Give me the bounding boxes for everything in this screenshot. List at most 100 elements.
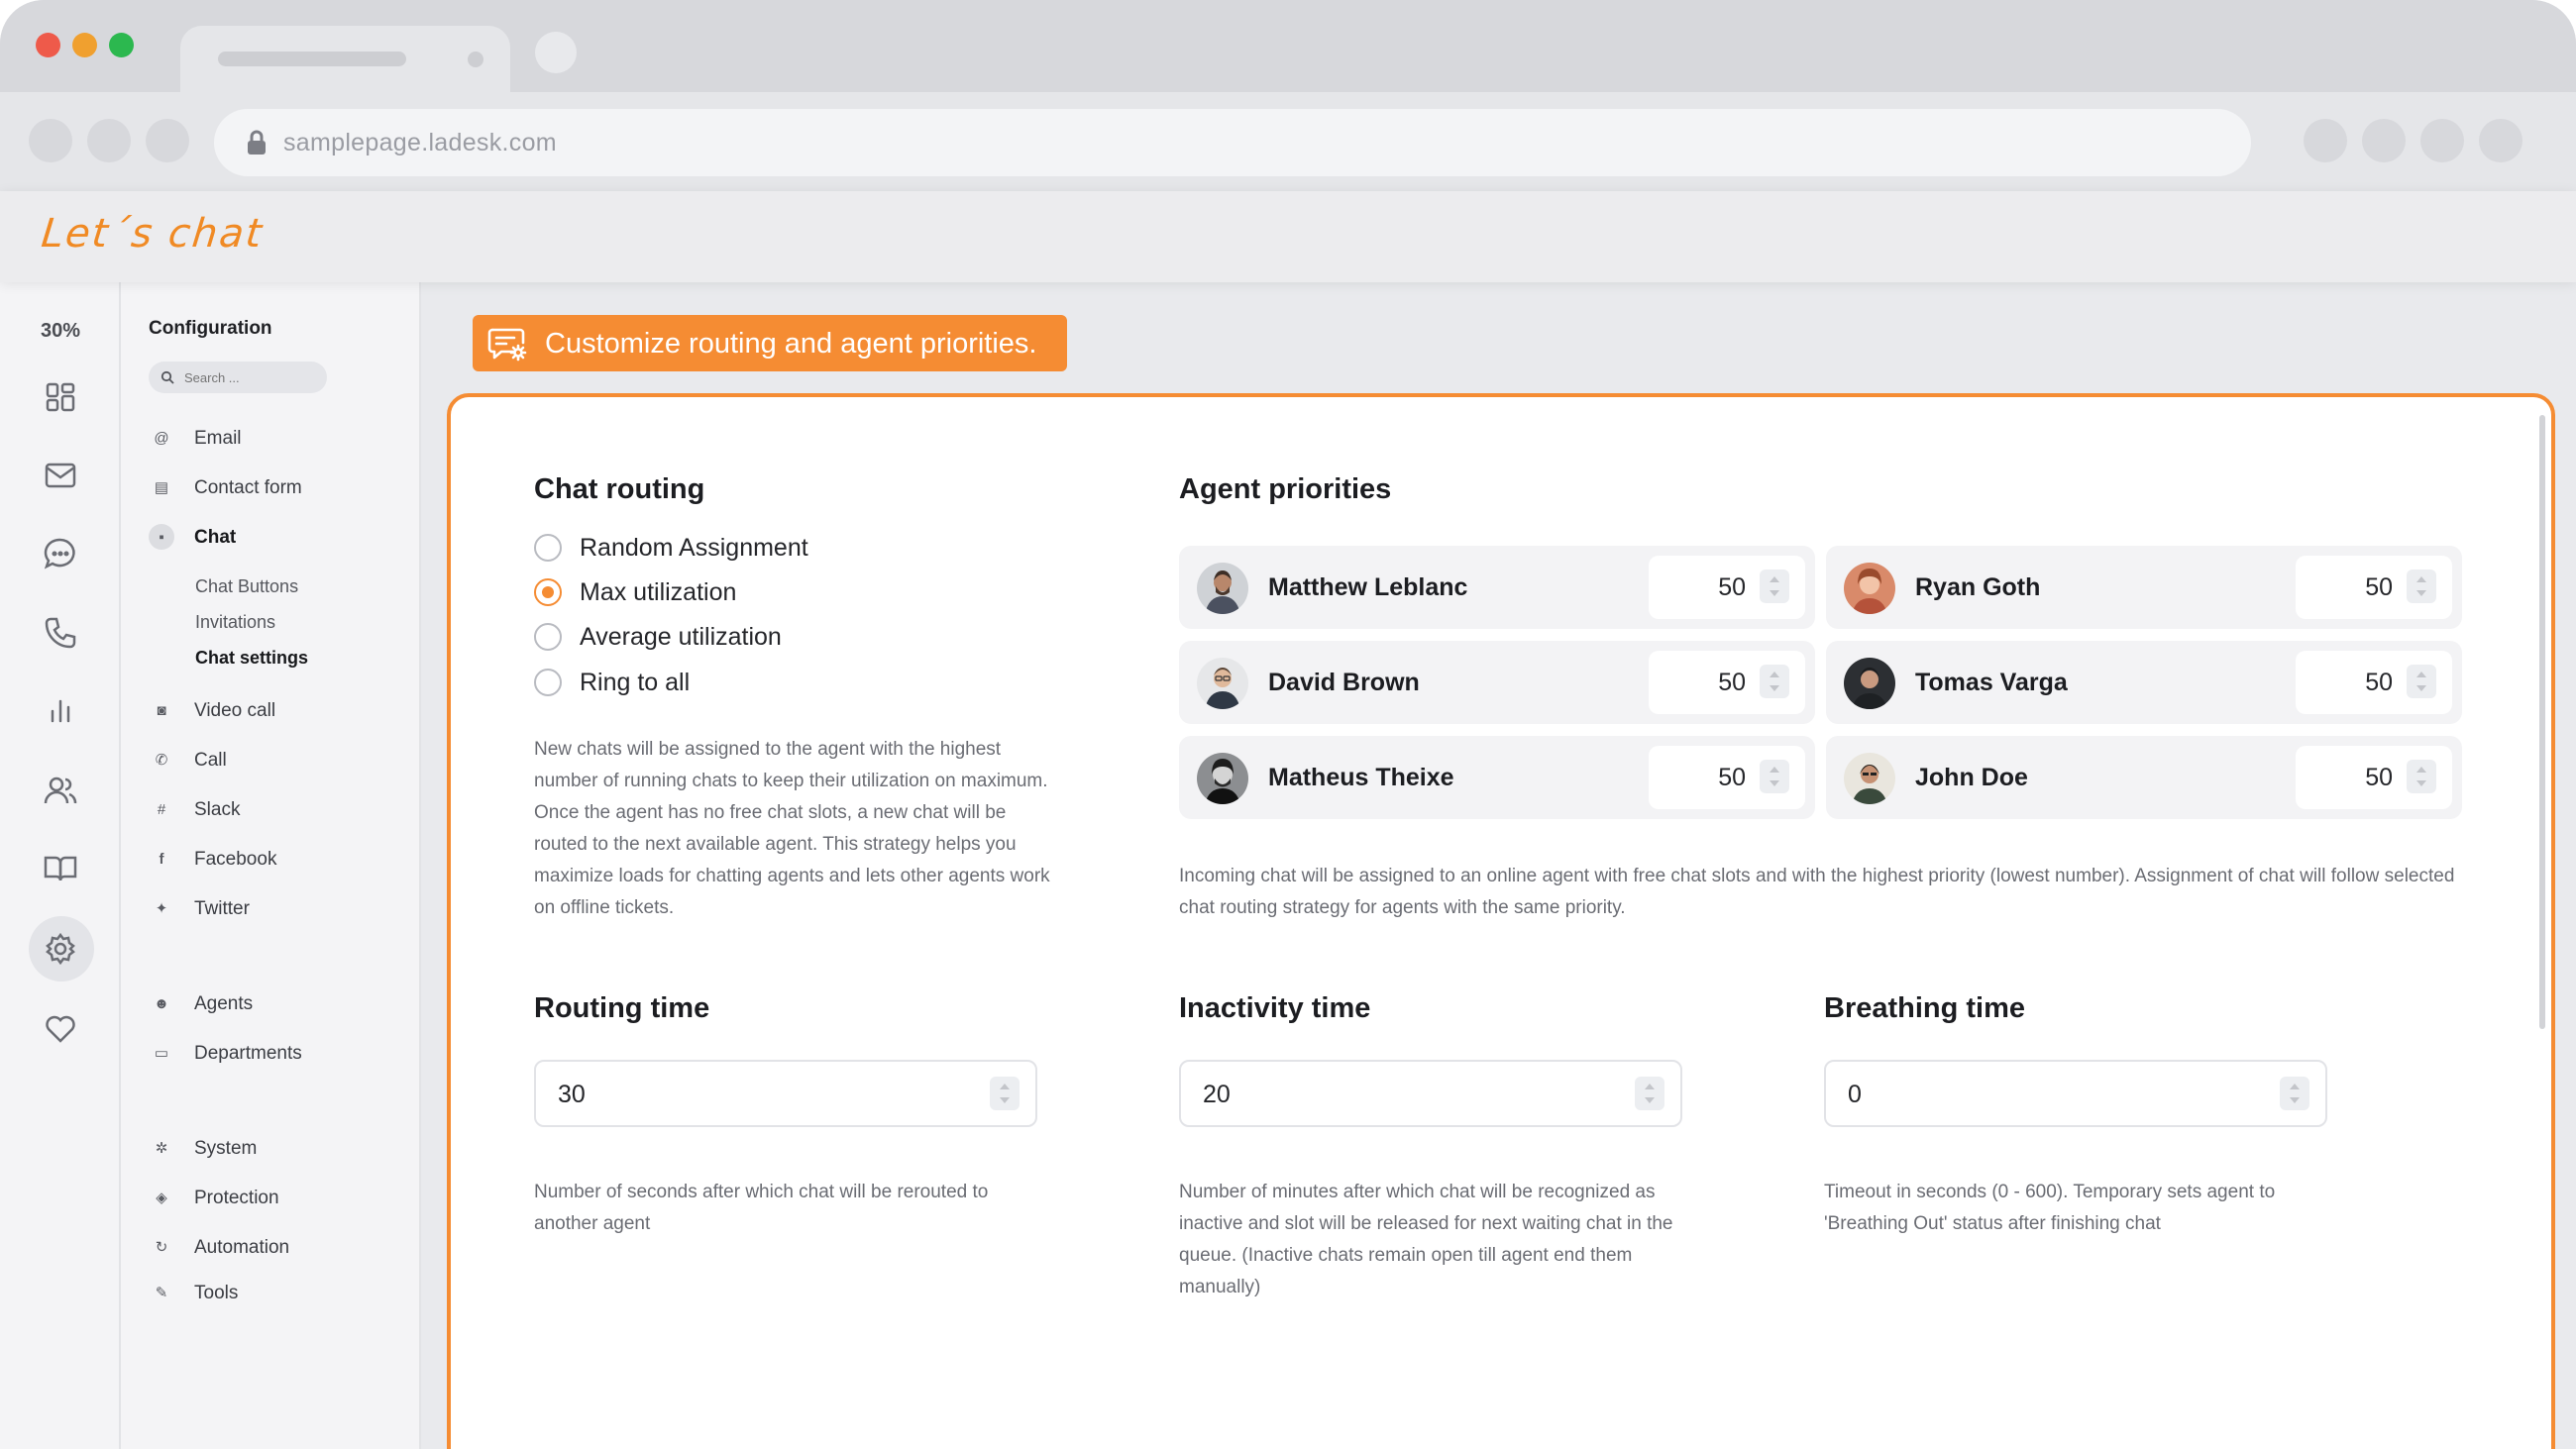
sidebar-item-agents[interactable]: ☻ Agents	[149, 986, 406, 1020]
breathing-time-input[interactable]: 0	[1824, 1060, 2327, 1127]
video-icon: ◙	[157, 701, 166, 719]
spinner-icon[interactable]	[2407, 760, 2436, 793]
priority-input[interactable]: 50	[2296, 651, 2452, 714]
contacts-icon[interactable]	[41, 771, 80, 810]
breathing-time-description: Timeout in seconds (0 - 600). Temporary …	[1824, 1182, 2276, 1234]
sidebar-item-label: Email	[194, 428, 242, 449]
sidebar-item-email[interactable]: @ Email	[149, 421, 406, 455]
phone-icon[interactable]	[41, 613, 80, 653]
agent-row: John Doe 50	[1826, 736, 2462, 819]
priority-value: 50	[1718, 764, 1746, 791]
sidebar-item-facebook[interactable]: f Facebook	[149, 842, 406, 876]
settings-card: Chat routing Random Assignment Max utili…	[447, 393, 2555, 1449]
reload-button[interactable]	[146, 119, 189, 162]
sidebar-item-video-call[interactable]: ◙ Video call	[149, 693, 406, 727]
close-window-icon[interactable]	[36, 33, 60, 57]
app-logo[interactable]: Let´s chat	[40, 211, 267, 257]
inactivity-time-input[interactable]: 20	[1179, 1060, 1682, 1127]
scrollbar[interactable]	[2539, 415, 2545, 1029]
spinner-icon[interactable]	[1760, 665, 1789, 698]
breathing-time-title: Breathing time	[1824, 992, 2026, 1024]
priority-input[interactable]: 50	[1649, 651, 1805, 714]
agent-name: Matheus Theixe	[1268, 764, 1454, 791]
spinner-icon[interactable]	[1760, 760, 1789, 793]
heart-icon[interactable]	[41, 1008, 80, 1048]
extension-button[interactable]	[2420, 119, 2464, 162]
sidebar-item-contact-form[interactable]: ▤ Contact form	[149, 470, 406, 504]
at-icon: @	[154, 429, 169, 447]
mail-icon[interactable]	[41, 456, 80, 495]
inactivity-time-value: 20	[1203, 1081, 1231, 1108]
routing-time-input[interactable]: 30	[534, 1060, 1037, 1127]
browser-tab[interactable]	[180, 26, 510, 92]
radio-ring-to-all[interactable]: Ring to all	[534, 663, 891, 702]
reports-icon[interactable]	[41, 691, 80, 731]
form-icon: ▤	[154, 479, 169, 496]
search-input[interactable]	[184, 362, 323, 393]
spinner-icon[interactable]	[1760, 569, 1789, 603]
sidebar-search[interactable]	[149, 362, 327, 393]
new-tab-button[interactable]	[535, 32, 577, 73]
sidebar-item-tools[interactable]: ✎ Tools	[149, 1276, 406, 1309]
settings-icon[interactable]	[41, 929, 80, 969]
chat-icon[interactable]	[41, 534, 80, 573]
shield-icon: ◈	[156, 1190, 167, 1206]
maximize-window-icon[interactable]	[109, 33, 134, 57]
address-bar[interactable]: samplepage.ladesk.com	[214, 109, 2251, 176]
priority-input[interactable]: 50	[2296, 556, 2452, 619]
priority-input[interactable]: 50	[1649, 556, 1805, 619]
routing-time-description: Number of seconds after which chat will …	[534, 1182, 989, 1234]
dashboard-icon[interactable]	[41, 377, 80, 417]
sidebar-item-twitter[interactable]: ✦ Twitter	[149, 891, 406, 925]
agent-name: Ryan Goth	[1915, 573, 2041, 601]
sidebar-item-protection[interactable]: ◈ Protection	[149, 1181, 406, 1214]
knowledgebase-icon[interactable]	[41, 849, 80, 888]
avatar	[1844, 563, 1895, 614]
sidebar-item-label: Slack	[194, 799, 241, 820]
radio-average-utilization[interactable]: Average utilization	[534, 617, 891, 657]
radio-button[interactable]	[534, 623, 562, 651]
back-button[interactable]	[29, 119, 72, 162]
spinner-icon[interactable]	[1635, 1077, 1664, 1110]
sidebar-subitem-invitations[interactable]: Invitations	[195, 612, 275, 633]
sidebar-item-slack[interactable]: # Slack	[149, 792, 406, 826]
sidebar-item-label: Contact form	[194, 477, 302, 498]
radio-button[interactable]	[534, 669, 562, 696]
radio-max-utilization[interactable]: Max utilization	[534, 572, 891, 612]
radio-button[interactable]	[534, 534, 562, 562]
agent-priorities-description: Incoming chat will be assigned to an onl…	[1179, 866, 2455, 918]
spinner-icon[interactable]	[990, 1077, 1020, 1110]
menu-button[interactable]	[2479, 119, 2522, 162]
extension-button[interactable]	[2304, 119, 2347, 162]
sidebar-item-chat[interactable]: ▪ Chat	[149, 520, 406, 554]
spinner-icon[interactable]	[2280, 1077, 2309, 1110]
radio-random-assignment[interactable]: Random Assignment	[534, 528, 891, 568]
priority-input[interactable]: 50	[2296, 746, 2452, 809]
sidebar-item-label: Departments	[194, 1043, 302, 1064]
gear-icon: ✲	[155, 1140, 168, 1157]
priority-value: 50	[2365, 573, 2393, 601]
sidebar-item-call[interactable]: ✆ Call	[149, 743, 406, 776]
sidebar-item-label: Automation	[194, 1237, 290, 1258]
avatar	[1197, 753, 1248, 804]
folder-icon: ▭	[154, 1045, 169, 1062]
minimize-window-icon[interactable]	[72, 33, 97, 57]
forward-button[interactable]	[87, 119, 131, 162]
inactivity-time-description: Number of minutes after which chat will …	[1179, 1182, 1673, 1297]
tab-close-icon[interactable]	[468, 52, 483, 67]
radio-button-selected[interactable]	[534, 578, 562, 606]
sidebar-item-system[interactable]: ✲ System	[149, 1131, 406, 1165]
priority-value: 50	[2365, 669, 2393, 696]
spinner-icon[interactable]	[2407, 569, 2436, 603]
sidebar-subitem-chat-settings[interactable]: Chat settings	[195, 648, 308, 669]
sidebar-item-departments[interactable]: ▭ Departments	[149, 1036, 406, 1070]
sidebar-subitem-chat-buttons[interactable]: Chat Buttons	[195, 576, 298, 597]
spinner-icon[interactable]	[2407, 665, 2436, 698]
inactivity-time-title: Inactivity time	[1179, 992, 1371, 1024]
tab-title-placeholder	[218, 52, 406, 66]
extension-button[interactable]	[2362, 119, 2406, 162]
sidebar-title: Configuration	[149, 318, 272, 339]
sidebar-item-label: Twitter	[194, 898, 250, 919]
priority-input[interactable]: 50	[1649, 746, 1805, 809]
sidebar-item-automation[interactable]: ↻ Automation	[149, 1230, 406, 1264]
